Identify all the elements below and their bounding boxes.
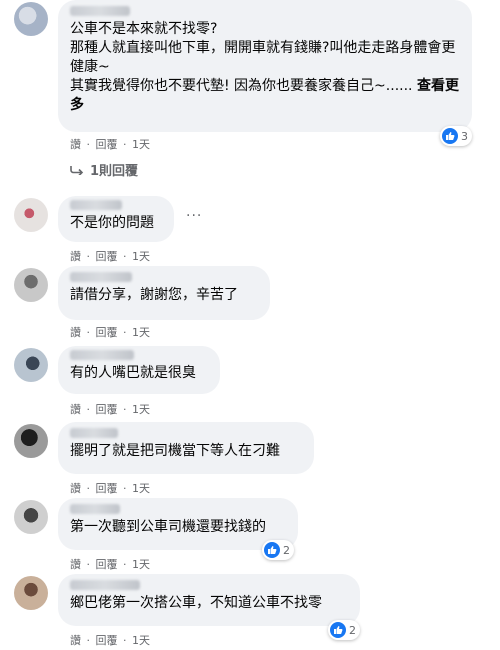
replies-count-label: 1則回覆 [90,164,139,179]
comment-meta: 讚 · 回覆 · 1天 [70,136,152,152]
reaction-number: 2 [349,623,356,637]
timestamp[interactable]: 1天 [132,326,150,339]
comment-text: 不是你的問題 [70,215,154,231]
comment: 不是你的問題 ··· 讚 · 回覆 · 1天 [0,192,500,270]
comment-meta: 讚 · 回覆 · 1天 [70,556,152,572]
comment-text: 有的人嘴巴就是很臭 [70,365,196,381]
avatar[interactable] [14,198,48,232]
comment-bubble: 鄉巴佬第一次搭公車，不知道公車不找零 [58,574,360,626]
reaction-count[interactable]: 2 [328,620,360,640]
commenter-name[interactable] [70,350,134,360]
comment-bubble: 公車不是本來就不找零? 那種人就直接叫他下車，開開車就有錢賺?叫他走走路身體會更… [58,0,472,132]
like-link[interactable]: 讚 [70,138,81,151]
like-link[interactable]: 讚 [70,326,81,339]
like-reaction-icon [264,542,280,558]
comment-bubble: 擺明了就是把司機當下等人在刁難 [58,422,314,474]
meta-separator: · [86,403,91,416]
commenter-name[interactable] [70,428,118,438]
avatar[interactable] [14,500,48,534]
comment-meta: 讚 · 回覆 · 1天 [70,324,152,340]
avatar[interactable] [14,348,48,382]
commenter-name[interactable] [70,200,122,210]
reply-link[interactable]: 回覆 [96,138,118,151]
commenter-name[interactable] [70,580,140,590]
like-link[interactable]: 讚 [70,558,81,571]
meta-separator: · [123,558,127,571]
meta-separator: · [86,482,91,495]
timestamp[interactable]: 1天 [132,138,150,151]
timestamp[interactable]: 1天 [132,558,150,571]
reaction-number: 2 [283,543,290,557]
timestamp[interactable]: 1天 [132,250,150,263]
reaction-number: 3 [461,129,468,143]
timestamp[interactable]: 1天 [132,403,150,416]
meta-separator: · [86,634,91,647]
comment-bubble: 不是你的問題 [58,196,174,242]
comment-meta: 讚 · 回覆 · 1天 [70,632,152,648]
reply-link[interactable]: 回覆 [96,634,118,647]
meta-separator: · [123,403,127,416]
commenter-name[interactable] [70,504,120,514]
commenter-name[interactable] [70,272,132,282]
avatar[interactable] [14,576,48,610]
reply-link[interactable]: 回覆 [96,326,118,339]
commenter-name[interactable] [70,6,130,16]
avatar[interactable] [14,268,48,302]
meta-separator: · [123,138,127,151]
reply-arrow-icon [70,165,84,175]
timestamp[interactable]: 1天 [132,634,150,647]
view-replies-link[interactable]: 1則回覆 [70,160,138,179]
comment: 請借分享，謝謝您，辛苦了 讚 · 回覆 · 1天 [0,266,500,344]
like-link[interactable]: 讚 [70,482,81,495]
comment: 擺明了就是把司機當下等人在刁難 讚 · 回覆 · 1天 [0,420,500,496]
meta-separator: · [86,250,91,263]
comment-text: 鄉巴佬第一次搭公車，不知道公車不找零 [70,595,322,611]
avatar[interactable] [14,424,48,458]
timestamp[interactable]: 1天 [132,482,150,495]
comment-bubble: 請借分享，謝謝您，辛苦了 [58,266,270,320]
like-link[interactable]: 讚 [70,250,81,263]
reply-link[interactable]: 回覆 [96,250,118,263]
meta-separator: · [123,326,127,339]
comment-text: 請借分享，謝謝您，辛苦了 [70,287,238,303]
more-options-icon[interactable]: ··· [186,208,202,224]
meta-separator: · [86,558,91,571]
like-link[interactable]: 讚 [70,403,81,416]
comment-text: 擺明了就是把司機當下等人在刁難 [70,443,280,459]
meta-separator: · [86,138,91,151]
comment-bubble: 有的人嘴巴就是很臭 [58,346,220,394]
meta-separator: · [123,250,127,263]
reply-link[interactable]: 回覆 [96,558,118,571]
meta-separator: · [123,634,127,647]
comment: 鄉巴佬第一次搭公車，不知道公車不找零 2 讚 · 回覆 · 1天 [0,572,500,650]
reply-link[interactable]: 回覆 [96,403,118,416]
avatar[interactable] [14,2,48,36]
like-reaction-icon [330,622,346,638]
comment-meta: 讚 · 回覆 · 1天 [70,248,152,264]
reply-link[interactable]: 回覆 [96,482,118,495]
reaction-count[interactable]: 3 [440,126,472,146]
meta-separator: · [86,326,91,339]
like-reaction-icon [442,128,458,144]
comment-meta: 讚 · 回覆 · 1天 [70,401,152,417]
reaction-count[interactable]: 2 [262,540,294,560]
comment-text: 第一次聽到公車司機還要找錢的 [70,519,266,535]
comment: 第一次聽到公車司機還要找錢的 2 讚 · 回覆 · 1天 [0,496,500,572]
meta-separator: · [123,482,127,495]
comment: 有的人嘴巴就是很臭 讚 · 回覆 · 1天 [0,344,500,420]
comment-meta: 讚 · 回覆 · 1天 [70,480,152,496]
comment-text: 公車不是本來就不找零? 那種人就直接叫他下車，開開車就有錢賺?叫他走走路身體會更… [70,21,459,113]
like-link[interactable]: 讚 [70,634,81,647]
comment-bubble: 第一次聽到公車司機還要找錢的 [58,498,298,550]
comment: 公車不是本來就不找零? 那種人就直接叫他下車，開開車就有錢賺?叫他走走路身體會更… [0,0,500,180]
